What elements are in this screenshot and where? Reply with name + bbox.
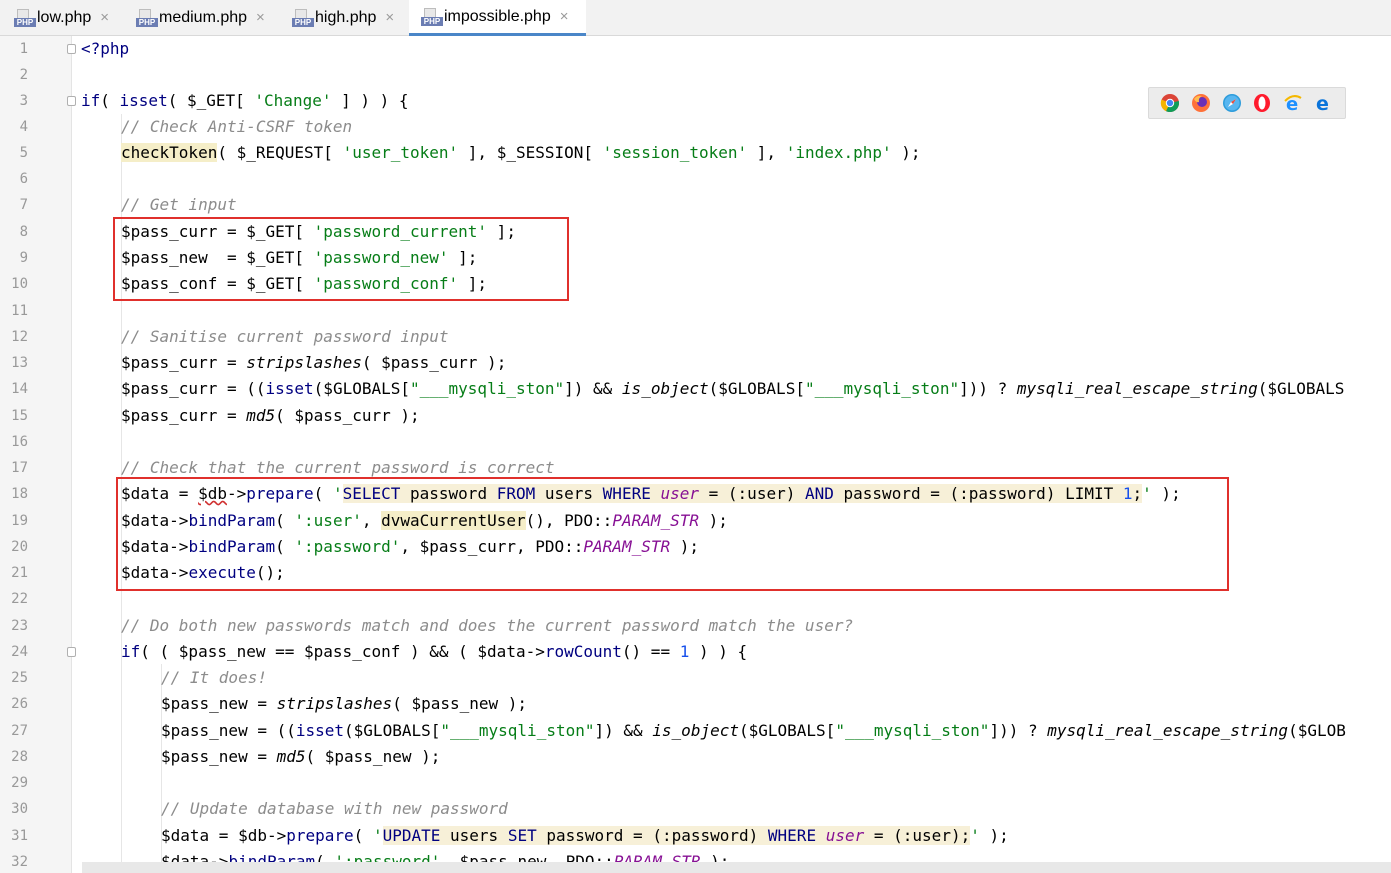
close-icon[interactable]: ×: [256, 9, 265, 26]
code-line-30: 30// Update database with new password: [0, 796, 1391, 822]
tab-label: medium.php: [159, 8, 248, 26]
line-number: 16: [11, 434, 28, 450]
fold-marker-icon[interactable]: [67, 647, 76, 657]
line-number: 8: [19, 224, 28, 240]
line-number: 12: [11, 329, 28, 345]
line-number: 4: [19, 119, 28, 135]
annotation-box-input: [113, 217, 569, 301]
line-number: 11: [11, 303, 28, 319]
line-number: 6: [19, 171, 28, 187]
code-line-15: 15 $pass_curr = md5( $pass_curr );: [0, 403, 1391, 429]
fold-marker-icon[interactable]: [67, 44, 76, 54]
line-number: 31: [11, 828, 28, 844]
ie-icon[interactable]: e: [1283, 93, 1303, 113]
line-number: 10: [11, 276, 28, 292]
php-file-icon: PHP: [136, 8, 158, 27]
fold-marker-icon[interactable]: [67, 96, 76, 106]
code-line-16: 16: [0, 429, 1391, 455]
line-number: 23: [11, 618, 28, 634]
code-line-25: 25// It does!: [0, 665, 1391, 691]
tab-label: impossible.php: [444, 7, 551, 25]
line-number: 21: [11, 565, 28, 581]
line-number: 20: [11, 539, 28, 555]
edge-icon[interactable]: e: [1314, 93, 1334, 113]
code-line-28: 28 $pass_new = md5( $pass_new );: [0, 744, 1391, 770]
close-icon[interactable]: ×: [385, 9, 394, 26]
line-number: 17: [11, 460, 28, 476]
line-number: 32: [11, 854, 28, 870]
line-number: 18: [11, 486, 28, 502]
tab-high-php[interactable]: PHP high.php ×: [278, 0, 412, 35]
annotation-box-query: [116, 477, 1229, 591]
line-number: 9: [19, 250, 28, 266]
line-number: 5: [19, 145, 28, 161]
firefox-icon[interactable]: [1191, 93, 1211, 113]
code-line-26: 26 $pass_new = stripslashes( $pass_new );: [0, 691, 1391, 717]
tab-impossible-php[interactable]: PHP impossible.php ×: [409, 0, 586, 36]
tab-label: low.php: [37, 8, 92, 26]
line-number: 26: [11, 696, 28, 712]
code-line-1: 1 <?php: [0, 36, 1391, 62]
php-file-icon: PHP: [14, 8, 36, 27]
code-line-14: 14 $pass_curr = ((isset($GLOBALS["___mysq…: [0, 376, 1391, 402]
line-number: 28: [11, 749, 28, 765]
tab-label: high.php: [315, 8, 377, 26]
line-number: 1: [19, 41, 28, 57]
php-file-icon: PHP: [421, 7, 443, 26]
line-number: 19: [11, 513, 28, 529]
code-line-2: 2: [0, 62, 1391, 88]
line-number: 29: [11, 775, 28, 791]
code-line-29: 29: [0, 770, 1391, 796]
line-number: 7: [19, 197, 28, 213]
line-number: 15: [11, 408, 28, 424]
code-editor[interactable]: 1 <?php 2 3 if( isset( $_GET[ 'Change' ] )…: [0, 36, 1391, 873]
horizontal-scrollbar[interactable]: [82, 862, 1391, 873]
line-number: 30: [11, 801, 28, 817]
code-line-27: 27 $pass_new = ((isset($GLOBALS["___mysql…: [0, 718, 1391, 744]
code-line-11: 11: [0, 298, 1391, 324]
line-number: 24: [11, 644, 28, 660]
tab-low-php[interactable]: PHP low.php ×: [0, 0, 132, 35]
code-line-31: 31 $data = $db->prepare( 'UPDATE users SE…: [0, 823, 1391, 849]
svg-text:e: e: [1316, 93, 1329, 113]
code-line-6: 6: [0, 166, 1391, 192]
code-line-23: 23// Do both new passwords match and doe…: [0, 613, 1391, 639]
code-line-7: 7// Get input: [0, 192, 1391, 218]
line-number: 2: [19, 67, 28, 83]
close-icon[interactable]: ×: [560, 8, 569, 25]
close-icon[interactable]: ×: [100, 9, 109, 26]
line-number: 14: [11, 381, 28, 397]
tab-medium-php[interactable]: PHP medium.php ×: [122, 0, 290, 35]
line-number: 22: [11, 591, 28, 607]
editor-tab-bar: PHP low.php × PHP medium.php × PHP high.…: [0, 0, 1391, 36]
line-number: 3: [19, 93, 28, 109]
safari-icon[interactable]: [1222, 93, 1242, 113]
code-line-13: 13 $pass_curr = stripslashes( $pass_curr …: [0, 350, 1391, 376]
line-number: 13: [11, 355, 28, 371]
php-file-icon: PHP: [292, 8, 314, 27]
code-line-12: 12// Sanitise current password input: [0, 324, 1391, 350]
code-line-24: 24 if( ( $pass_new == $pass_conf ) && ( $…: [0, 639, 1391, 665]
line-number: 25: [11, 670, 28, 686]
browser-preview-toolbar: e e: [1148, 87, 1346, 119]
chrome-icon[interactable]: [1160, 93, 1180, 113]
line-number: 27: [11, 723, 28, 739]
opera-icon[interactable]: [1252, 93, 1272, 113]
code-line-5: 5 checkToken( $_REQUEST[ 'user_token' ], …: [0, 140, 1391, 166]
